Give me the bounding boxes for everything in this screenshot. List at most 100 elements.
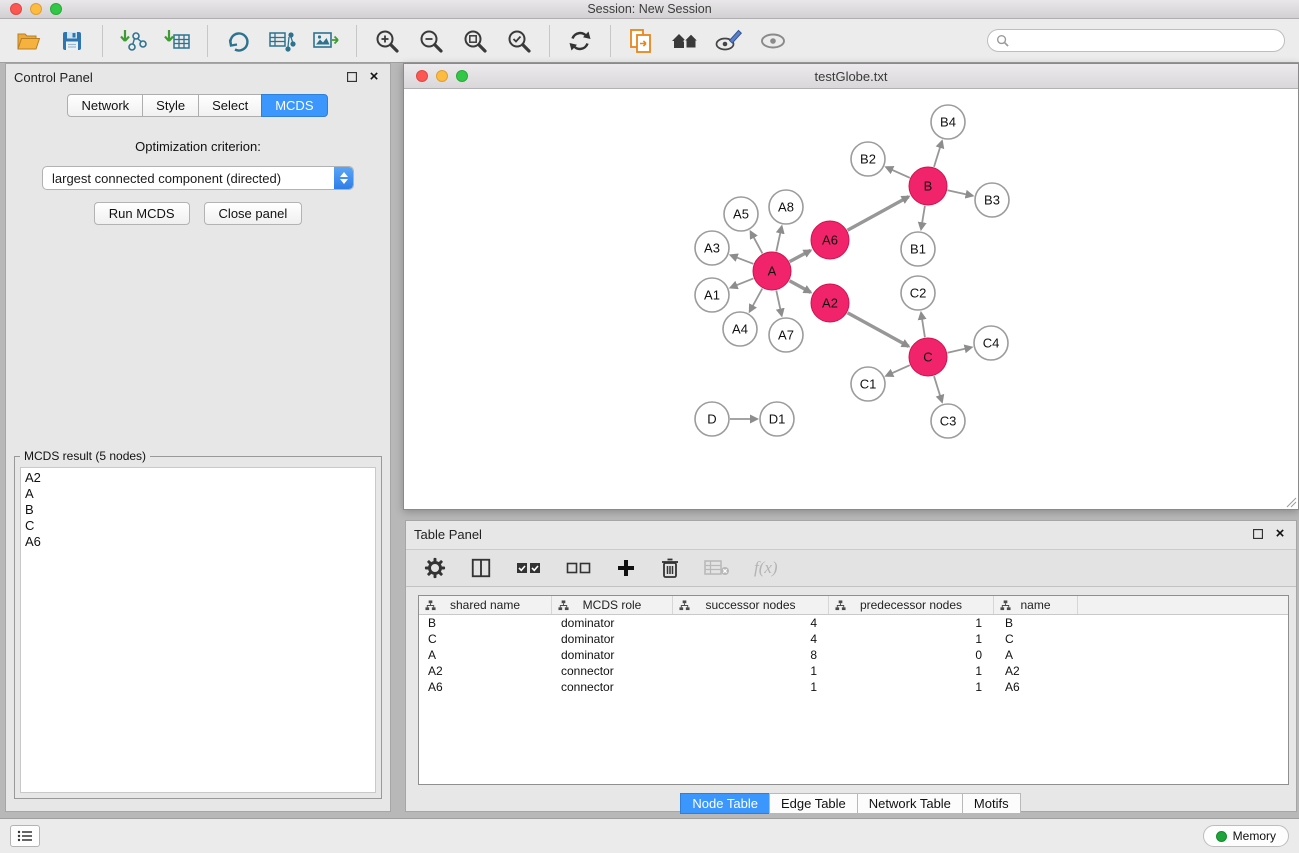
graph-node-C4[interactable]: C4: [974, 326, 1008, 360]
tab-network-table[interactable]: Network Table: [857, 793, 963, 814]
search-box[interactable]: [987, 29, 1285, 52]
close-window-icon[interactable]: [10, 3, 22, 15]
graph-edge-A-A4[interactable]: [750, 289, 763, 312]
graph-node-A3[interactable]: A3: [695, 231, 729, 265]
select-columns-icon[interactable]: [470, 557, 492, 579]
close-panel-icon[interactable]: ×: [366, 69, 382, 85]
graph-edge-A-A7[interactable]: [776, 291, 781, 316]
refresh-icon[interactable]: [562, 24, 598, 58]
tab-network[interactable]: Network: [67, 94, 143, 117]
column-header-shared-name[interactable]: shared name: [419, 596, 552, 614]
graph-edge-A-A3[interactable]: [731, 255, 754, 264]
window-resize-handle[interactable]: [1285, 496, 1297, 508]
export-image-icon[interactable]: [308, 24, 344, 58]
deselect-all-icon[interactable]: [566, 559, 592, 577]
memory-button[interactable]: Memory: [1203, 825, 1289, 847]
network-minimize-icon[interactable]: [436, 70, 448, 82]
paint-style-icon[interactable]: [711, 24, 747, 58]
result-item[interactable]: C: [21, 518, 375, 534]
run-mcds-button[interactable]: Run MCDS: [94, 202, 190, 225]
graph-node-B4[interactable]: B4: [931, 105, 965, 139]
close-table-panel-icon[interactable]: ×: [1272, 526, 1288, 542]
table-row[interactable]: Bdominator41B: [419, 615, 1288, 631]
minimize-window-icon[interactable]: [30, 3, 42, 15]
graph-node-C[interactable]: C: [909, 338, 947, 376]
graph-node-B1[interactable]: B1: [901, 232, 935, 266]
graph-edge-A-A1[interactable]: [731, 278, 754, 287]
graph-node-A6[interactable]: A6: [811, 221, 849, 259]
column-header-successor-nodes[interactable]: successor nodes: [673, 596, 829, 614]
tab-node-table[interactable]: Node Table: [680, 793, 770, 814]
graph-node-C3[interactable]: C3: [931, 404, 965, 438]
graph-node-A7[interactable]: A7: [769, 318, 803, 352]
graph-edge-C-C2[interactable]: [921, 313, 925, 337]
zoom-selected-icon[interactable]: [501, 24, 537, 58]
select-all-icon[interactable]: [516, 559, 542, 577]
result-item[interactable]: B: [21, 502, 375, 518]
graph-edge-A6-B[interactable]: [848, 197, 909, 231]
table-row[interactable]: A6connector11A6: [419, 679, 1288, 695]
graph-node-A[interactable]: A: [753, 252, 791, 290]
column-header-predecessor-nodes[interactable]: predecessor nodes: [829, 596, 994, 614]
zoom-out-icon[interactable]: [413, 24, 449, 58]
graph-edge-B-B4[interactable]: [934, 141, 942, 167]
graph-edge-B-B2[interactable]: [886, 167, 910, 178]
graph-node-A2[interactable]: A2: [811, 284, 849, 322]
clone-network-icon[interactable]: [220, 24, 256, 58]
add-column-icon[interactable]: [616, 558, 636, 578]
graph-node-B[interactable]: B: [909, 167, 947, 205]
tab-select[interactable]: Select: [198, 94, 262, 117]
copy-document-icon[interactable]: [623, 24, 659, 58]
graph-edge-A-A8[interactable]: [776, 227, 781, 252]
graph-edge-A-A2[interactable]: [790, 281, 811, 293]
mcds-result-list[interactable]: A2ABCA6: [20, 467, 376, 793]
graph-node-B3[interactable]: B3: [975, 183, 1009, 217]
graph-edge-B-B1[interactable]: [921, 206, 925, 229]
graph-edge-A-A6[interactable]: [790, 250, 811, 261]
network-from-table-icon[interactable]: [264, 24, 300, 58]
result-item[interactable]: A: [21, 486, 375, 502]
result-item[interactable]: A6: [21, 534, 375, 550]
graph-edge-C-C4[interactable]: [948, 347, 972, 352]
show-details-eye-icon[interactable]: [755, 24, 791, 58]
delete-column-icon[interactable]: [660, 557, 680, 579]
table-row[interactable]: A2connector11A2: [419, 663, 1288, 679]
zoom-window-icon[interactable]: [50, 3, 62, 15]
table-row[interactable]: Cdominator41C: [419, 631, 1288, 647]
float-panel-icon[interactable]: [344, 69, 360, 85]
import-network-icon[interactable]: [115, 24, 151, 58]
search-input[interactable]: [1014, 34, 1276, 48]
task-history-button[interactable]: [10, 825, 40, 847]
close-panel-button[interactable]: Close panel: [204, 202, 303, 225]
column-header-mcds-role[interactable]: MCDS role: [552, 596, 673, 614]
graph-node-B2[interactable]: B2: [851, 142, 885, 176]
result-item[interactable]: A2: [21, 470, 375, 486]
table-row[interactable]: Adominator80A: [419, 647, 1288, 663]
graph-edge-A-A5[interactable]: [751, 232, 763, 254]
graph-node-C1[interactable]: C1: [851, 367, 885, 401]
graph-node-D[interactable]: D: [695, 402, 729, 436]
home-panels-icon[interactable]: [667, 24, 703, 58]
network-canvas[interactable]: B4 B2 B B3 A5 A8A6 A3 A B1 A1 A2 C2 A4 A7 C4 C C1 C3 D D1: [404, 89, 1298, 509]
graph-edge-B-B3[interactable]: [948, 190, 973, 195]
tab-edge-table[interactable]: Edge Table: [769, 793, 858, 814]
graph-edge-C-C1[interactable]: [886, 365, 910, 376]
graph-edge-A2-C[interactable]: [848, 313, 909, 347]
open-session-icon[interactable]: [10, 24, 46, 58]
graph-node-A8[interactable]: A8: [769, 190, 803, 224]
tab-motifs[interactable]: Motifs: [962, 793, 1021, 814]
graph-edge-C-C3[interactable]: [934, 376, 942, 402]
float-table-panel-icon[interactable]: [1250, 526, 1266, 542]
graph-node-A1[interactable]: A1: [695, 278, 729, 312]
zoom-fit-icon[interactable]: [457, 24, 493, 58]
table-settings-gear-icon[interactable]: [424, 557, 446, 579]
tab-style[interactable]: Style: [142, 94, 199, 117]
tab-mcds[interactable]: MCDS: [261, 94, 327, 117]
save-session-icon[interactable]: [54, 24, 90, 58]
graph-node-D1[interactable]: D1: [760, 402, 794, 436]
import-table-icon[interactable]: [159, 24, 195, 58]
graph-node-A5[interactable]: A5: [724, 197, 758, 231]
graph-node-A4[interactable]: A4: [723, 312, 757, 346]
network-zoom-icon[interactable]: [456, 70, 468, 82]
graph-node-C2[interactable]: C2: [901, 276, 935, 310]
